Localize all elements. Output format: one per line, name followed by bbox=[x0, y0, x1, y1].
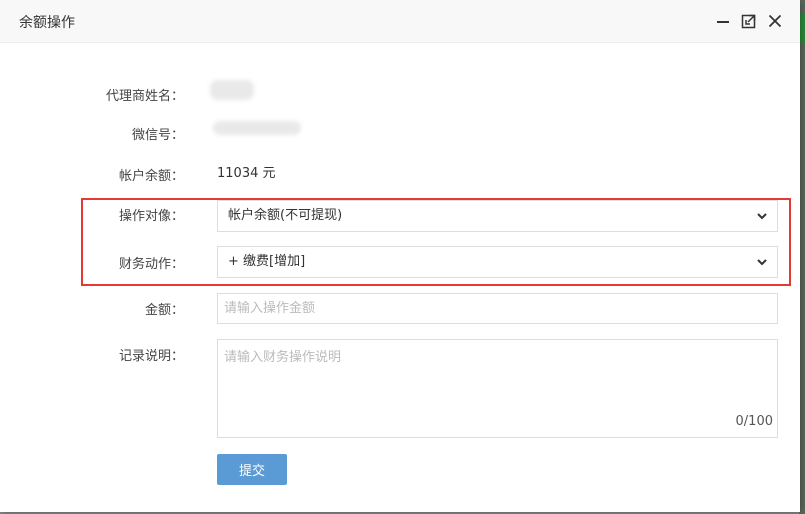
agent-name-label: 代理商姓名： bbox=[105, 89, 184, 104]
minimize-icon bbox=[717, 21, 729, 23]
note-char-counter: 0/100 bbox=[735, 414, 773, 429]
balance-value: 11034 元 bbox=[217, 166, 276, 181]
note-label: 记录说明： bbox=[118, 349, 184, 364]
operation-target-label: 操作对像： bbox=[118, 209, 184, 224]
finance-action-selected-value: + 缴费[增加] bbox=[228, 254, 306, 269]
chevron-down-icon bbox=[757, 259, 767, 266]
finance-action-select[interactable]: + 缴费[增加] bbox=[217, 246, 778, 278]
submit-button[interactable]: 提交 bbox=[217, 454, 287, 485]
finance-action-label: 财务动作： bbox=[118, 257, 184, 272]
agent-name-value-redacted bbox=[210, 80, 254, 100]
close-icon bbox=[768, 14, 782, 28]
wechat-label: 微信号： bbox=[131, 128, 184, 143]
balance-operation-dialog: 余额操作 代理商姓名： 微信号： 帐户余额： 11034 元 操作对像： 帐户余… bbox=[0, 0, 800, 512]
amount-label: 金额： bbox=[144, 303, 184, 318]
close-button[interactable] bbox=[766, 12, 784, 30]
amount-input[interactable] bbox=[217, 293, 778, 324]
dialog-titlebar: 余额操作 bbox=[0, 0, 800, 43]
chevron-down-icon bbox=[757, 213, 767, 220]
minimize-button[interactable] bbox=[714, 12, 732, 30]
operation-target-select[interactable]: 帐户余额(不可提现) bbox=[217, 200, 778, 232]
maximize-button[interactable] bbox=[740, 12, 758, 30]
note-textarea[interactable] bbox=[217, 339, 778, 438]
operation-target-selected-value: 帐户余额(不可提现) bbox=[228, 208, 343, 223]
balance-label: 帐户余额： bbox=[118, 169, 184, 184]
wechat-value-redacted bbox=[213, 121, 301, 135]
maximize-icon bbox=[741, 14, 756, 29]
dialog-title: 余额操作 bbox=[19, 15, 75, 31]
